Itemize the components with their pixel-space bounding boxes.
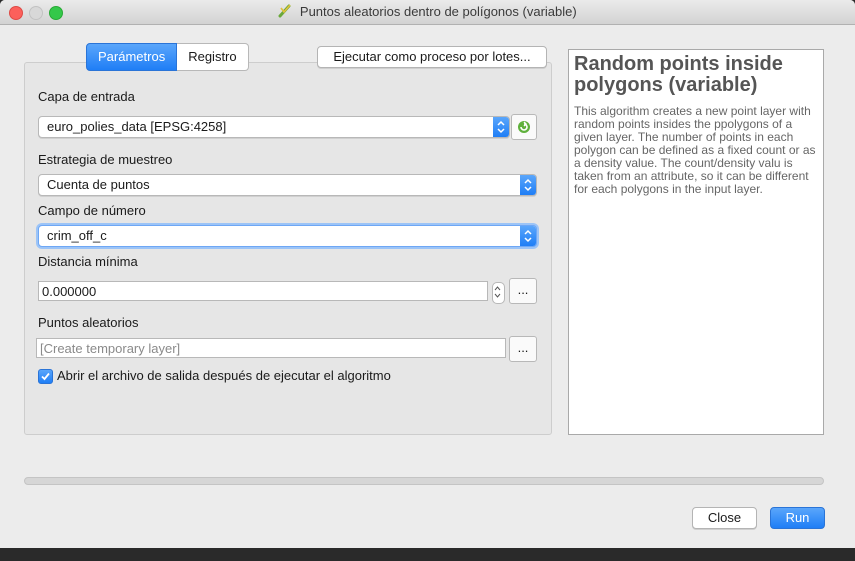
random-points-label: Puntos aleatorios	[38, 315, 139, 330]
help-panel: Random points inside polygons (variable)…	[568, 49, 824, 435]
random-points-output-input[interactable]: [Create temporary layer]	[36, 338, 506, 358]
random-points-browse-button[interactable]: ...	[509, 336, 537, 362]
tab-parametros[interactable]: Parámetros	[86, 43, 178, 71]
tab-registro[interactable]: Registro	[177, 43, 249, 71]
open-output-label: Abrir el archivo de salida después de ej…	[57, 368, 391, 383]
dialog-window: Puntos aleatorios dentro de polígonos (v…	[0, 0, 855, 548]
min-distance-options-button[interactable]: ...	[509, 278, 537, 304]
open-output-checkbox[interactable]	[38, 369, 53, 384]
number-field-value: crim_off_c	[47, 228, 107, 243]
min-distance-label: Distancia mínima	[38, 254, 138, 269]
title-bar[interactable]: Puntos aleatorios dentro de polígonos (v…	[0, 0, 855, 25]
window-title: Puntos aleatorios dentro de polígonos (v…	[299, 4, 577, 19]
checkmark-icon	[41, 372, 50, 381]
tab-bar: Parámetros Registro	[86, 43, 249, 71]
spinner-arrows-icon	[494, 286, 501, 298]
help-title: Random points inside polygons (variable)	[574, 53, 783, 96]
batch-process-button[interactable]: Ejecutar como proceso por lotes...	[317, 46, 547, 68]
number-field-label: Campo de número	[38, 203, 146, 218]
refresh-icon	[518, 121, 530, 133]
chevron-updown-icon	[520, 226, 536, 246]
close-button[interactable]: Close	[692, 507, 757, 529]
chevron-updown-icon	[520, 175, 536, 195]
help-body: This algorithm creates a new point layer…	[574, 104, 816, 196]
chevron-updown-icon	[493, 117, 509, 137]
sampling-strategy-combo[interactable]: Cuenta de puntos	[38, 174, 537, 196]
sampling-strategy-label: Estrategia de muestreo	[38, 152, 173, 167]
input-layer-value: euro_polies_data [EPSG:4258]	[47, 119, 227, 134]
sampling-strategy-value: Cuenta de puntos	[47, 177, 150, 192]
run-button[interactable]: Run	[770, 507, 825, 529]
min-distance-spinner[interactable]	[492, 282, 505, 304]
qgis-processing-icon	[278, 4, 292, 21]
input-layer-combo[interactable]: euro_polies_data [EPSG:4258]	[38, 116, 510, 138]
iterate-layer-button[interactable]	[511, 114, 537, 140]
min-distance-input[interactable]: 0.000000	[38, 281, 488, 301]
window-title-wrap: Puntos aleatorios dentro de polígonos (v…	[0, 4, 855, 21]
input-layer-label: Capa de entrada	[38, 89, 135, 104]
number-field-combo[interactable]: crim_off_c	[38, 225, 537, 247]
progress-bar	[24, 477, 824, 485]
